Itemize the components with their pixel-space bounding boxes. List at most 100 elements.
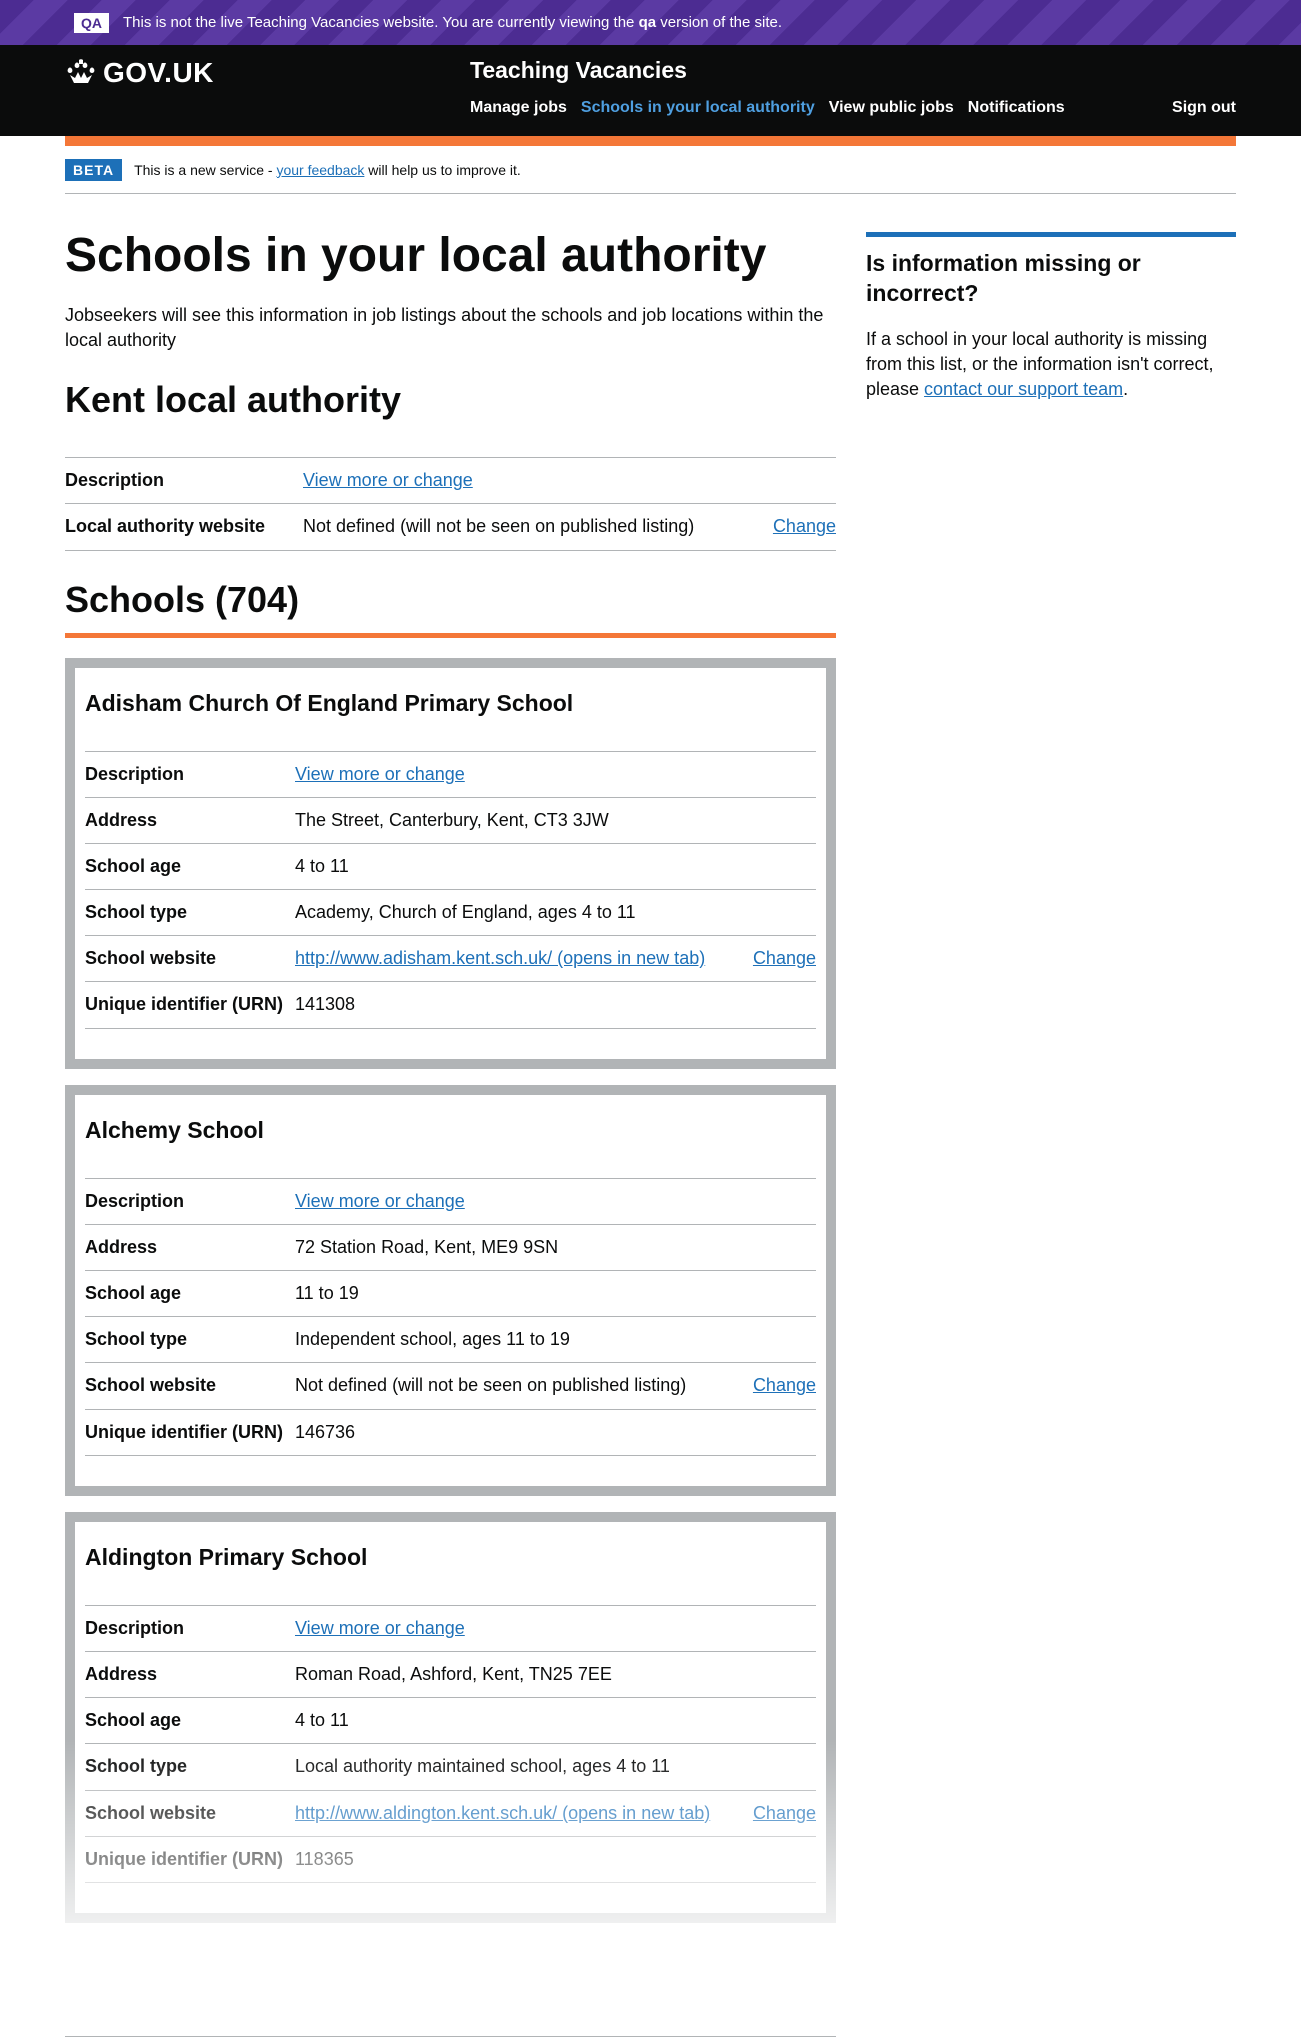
support-link[interactable]: contact our support team: [924, 379, 1123, 399]
school-summary-value: 11 to 19: [295, 1270, 716, 1318]
school-summary-row: Address 72 Station Road, Kent, ME9 9SN: [85, 1223, 816, 1272]
school-summary-actions: [716, 1697, 816, 1745]
help-title: Is information missing or incorrect?: [866, 250, 1141, 306]
school-summary-actions: [716, 750, 816, 798]
school-summary-list: Description View more or change Address The…: [85, 750, 816, 1029]
la-heading: Kent local authority: [65, 379, 402, 421]
school-summary-key: Address: [85, 796, 295, 844]
school-summary-actions: [716, 1177, 816, 1225]
nav-view-public-jobs[interactable]: View public jobs: [829, 99, 954, 117]
school-summary-key: School website: [85, 1362, 295, 1410]
school-summary-row: School website Not defined (will not be s…: [85, 1362, 816, 1410]
feedback-link[interactable]: your feedback: [276, 162, 364, 178]
change-link[interactable]: Change: [753, 1803, 816, 1823]
school-summary-value: 4 to 11: [295, 842, 716, 891]
school-summary-actions: Change: [716, 1362, 816, 1410]
sign-out-link[interactable]: Sign out: [1172, 99, 1236, 117]
school-summary-actions: [716, 1743, 816, 1791]
school-summary-value: The Street, Canterbury, Kent, CT3 3JW: [295, 796, 716, 844]
phase-banner: BETA This is a new service - your feedba…: [65, 146, 1236, 194]
govuk-logo-text: GOV.UK: [103, 57, 214, 88]
school-summary-key: School type: [85, 1743, 295, 1791]
school-summary-value: 118365: [295, 1835, 716, 1883]
change-link[interactable]: Change: [753, 1375, 816, 1395]
school-summary-value-link[interactable]: View more or change: [295, 1191, 465, 1211]
school-summary-value: http://www.adisham.kent.sch.uk/ (opens i…: [295, 935, 716, 983]
school-summary-value-link[interactable]: http://www.aldington.kent.sch.uk/ (opens…: [295, 1803, 710, 1823]
la-summary-value-link[interactable]: View more or change: [303, 470, 473, 490]
la-summary-key: Description: [65, 457, 303, 505]
school-summary-value: http://www.aldington.kent.sch.uk/ (opens…: [295, 1789, 716, 1837]
schools-heading: Schools (704): [65, 579, 836, 638]
help-sidebar: Is information missing or incorrect? If …: [866, 232, 1236, 402]
school-summary-value-link[interactable]: http://www.adisham.kent.sch.uk/ (opens i…: [295, 948, 705, 968]
school-summary-row: School age 4 to 11: [85, 1697, 816, 1745]
la-summary-row: Description View more or change: [65, 457, 836, 505]
school-name: Aldington Primary School: [85, 1543, 368, 1570]
school-summary-row: Description View more or change: [85, 1177, 816, 1225]
change-link[interactable]: Change: [753, 948, 816, 968]
school-summary-row: School website http://www.adisham.kent.sc…: [85, 935, 816, 983]
beta-text: This is a new service - your feedback wi…: [134, 161, 521, 178]
school-summary-key: School type: [85, 1316, 295, 1364]
school-summary-key: School website: [85, 1789, 295, 1837]
school-summary-actions: [716, 842, 816, 891]
school-summary-actions: [716, 889, 816, 937]
page-lead: Jobseekers will see this information in …: [65, 304, 824, 350]
bottom-divider: [65, 2036, 836, 2037]
school-summary-value: 4 to 11: [295, 1697, 716, 1745]
school-summary-actions: [716, 1223, 816, 1272]
nav-manage-jobs[interactable]: Manage jobs: [470, 99, 567, 117]
school-summary-key: Address: [85, 1650, 295, 1699]
school-summary-value: View more or change: [295, 750, 716, 798]
school-summary-row: Address Roman Road, Ashford, Kent, TN25 7…: [85, 1650, 816, 1699]
main-content: Schools in your local authority Jobseeke…: [65, 229, 836, 1939]
qa-banner: QA This is not the live Teaching Vacanci…: [0, 0, 1301, 45]
school-name: Alchemy School: [85, 1116, 264, 1143]
la-summary-row: Local authority website Not defined (will…: [65, 503, 836, 551]
school-summary-actions: [716, 1604, 816, 1652]
school-summary-list: Description View more or change Address Rom…: [85, 1604, 816, 1883]
school-summary-value: 72 Station Road, Kent, ME9 9SN: [295, 1223, 716, 1272]
school-summary-list: Description View more or change Address 72 …: [85, 1177, 816, 1456]
govuk-logo[interactable]: GOV.UK: [65, 57, 214, 89]
header-accent-bar: [65, 136, 1236, 146]
service-name[interactable]: Teaching Vacancies: [470, 57, 687, 84]
la-summary-list: Description View more or change Local auth…: [65, 457, 836, 551]
school-summary-key: School age: [85, 1270, 295, 1318]
school-summary-key: School type: [85, 889, 295, 937]
page-title: Schools in your local authority: [65, 229, 767, 282]
nav-schools-local-authority[interactable]: Schools in your local authority: [581, 99, 815, 117]
school-summary-row: Address The Street, Canterbury, Kent, CT3…: [85, 796, 816, 844]
la-summary-value: View more or change: [303, 457, 756, 505]
school-summary-value: Academy, Church of England, ages 4 to 11: [295, 889, 716, 937]
school-summary-key: Description: [85, 1604, 295, 1652]
school-summary-value: View more or change: [295, 1604, 716, 1652]
change-link[interactable]: Change: [773, 516, 836, 536]
school-summary-key: School age: [85, 842, 295, 891]
school-summary-row: School type Local authority maintained sc…: [85, 1743, 816, 1791]
school-summary-key: Address: [85, 1223, 295, 1272]
school-summary-row: Unique identifier (URN) 146736: [85, 1408, 816, 1456]
school-summary-value: Independent school, ages 11 to 19: [295, 1316, 716, 1364]
schools-list: Adisham Church Of England Primary School…: [65, 657, 836, 1923]
la-summary-actions: [756, 457, 836, 505]
school-summary-row: School type Academy, Church of England, a…: [85, 889, 816, 937]
school-summary-key: Unique identifier (URN): [85, 981, 295, 1029]
school-card: Alchemy School Description View more or ch…: [65, 1084, 836, 1496]
school-summary-value-link[interactable]: View more or change: [295, 1618, 465, 1638]
school-summary-key: Unique identifier (URN): [85, 1408, 295, 1456]
school-summary-actions: Change: [716, 1789, 816, 1837]
la-summary-value: Not defined (will not be seen on publish…: [303, 503, 756, 551]
school-summary-key: School website: [85, 935, 295, 983]
la-summary-key: Local authority website: [65, 503, 303, 551]
school-summary-key: Unique identifier (URN): [85, 1835, 295, 1883]
school-summary-actions: [716, 1650, 816, 1699]
school-summary-value-link[interactable]: View more or change: [295, 764, 465, 784]
school-summary-actions: [716, 1408, 816, 1456]
nav-notifications[interactable]: Notifications: [968, 99, 1065, 117]
school-summary-actions: [716, 981, 816, 1029]
school-name: Adisham Church Of England Primary School: [85, 689, 574, 716]
school-summary-key: Description: [85, 1177, 295, 1225]
school-summary-value: Roman Road, Ashford, Kent, TN25 7EE: [295, 1650, 716, 1699]
